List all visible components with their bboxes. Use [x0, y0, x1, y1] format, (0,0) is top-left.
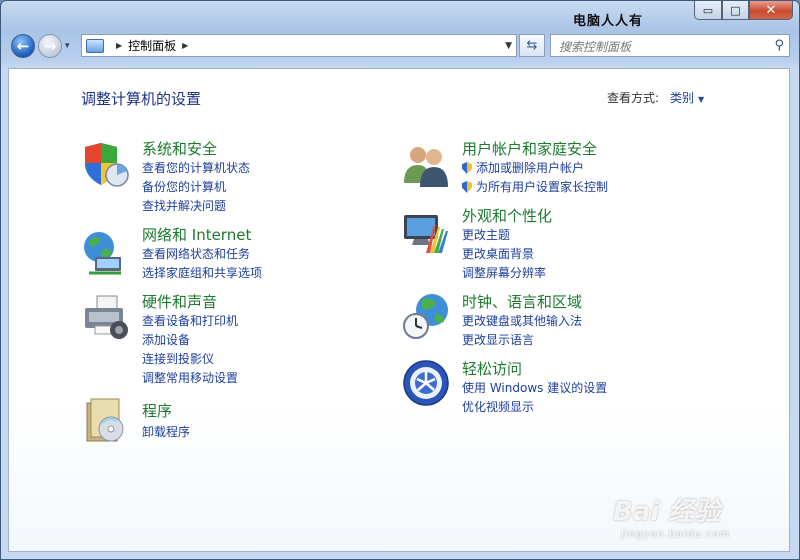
- link-add-remove-accounts-label: 添加或删除用户帐户: [476, 161, 585, 175]
- view-by-value: 类别: [670, 91, 695, 105]
- uac-shield-icon: [462, 181, 472, 193]
- link-network-status[interactable]: 查看网络状态和任务: [142, 245, 250, 262]
- link-connect-projector[interactable]: 连接到投影仪: [142, 350, 214, 367]
- control-panel-icon: [86, 38, 104, 53]
- close-button[interactable]: ✕: [749, 1, 793, 20]
- category-hardware-sound[interactable]: 硬件和声音: [142, 291, 217, 312]
- maximize-icon: □: [730, 3, 741, 17]
- link-view-computer-status[interactable]: 查看您的计算机状态: [142, 159, 250, 176]
- page-title: 调整计算机的设置: [81, 90, 202, 108]
- link-parental-controls-label: 为所有用户设置家长控制: [476, 180, 609, 194]
- search-input[interactable]: 搜索控制面板 ⚲: [550, 34, 790, 57]
- link-optimize-video[interactable]: 优化视频显示: [462, 398, 534, 415]
- link-windows-recommended-settings[interactable]: 使用 Windows 建议的设置: [462, 379, 607, 396]
- window-title: 电脑人人有: [573, 14, 644, 29]
- category-programs[interactable]: 程序: [142, 400, 172, 421]
- user-accounts-icon[interactable]: [402, 141, 450, 189]
- link-mobility-settings[interactable]: 调整常用移动设置: [142, 369, 238, 386]
- link-change-display-language[interactable]: 更改显示语言: [462, 331, 534, 348]
- link-change-theme[interactable]: 更改主题: [462, 226, 510, 243]
- category-user-accounts[interactable]: 用户帐户和家庭安全: [462, 138, 597, 159]
- category-ease-of-access[interactable]: 轻松访问: [462, 358, 522, 379]
- category-appearance[interactable]: 外观和个性化: [462, 205, 552, 226]
- link-backup-computer[interactable]: 备份您的计算机: [142, 178, 226, 195]
- navigation-buttons: ← → ▾: [11, 34, 70, 58]
- appearance-icon[interactable]: [402, 209, 450, 257]
- clock-language-icon[interactable]: [402, 292, 450, 340]
- link-change-background[interactable]: 更改桌面背景: [462, 245, 534, 262]
- link-parental-controls[interactable]: 为所有用户设置家长控制: [462, 178, 608, 195]
- view-by-label: 查看方式:: [607, 91, 660, 105]
- link-troubleshoot[interactable]: 查找并解决问题: [142, 197, 226, 214]
- link-homegroup-sharing[interactable]: 选择家庭组和共享选项: [142, 264, 262, 281]
- search-icon[interactable]: ⚲: [774, 38, 784, 53]
- ease-of-access-icon[interactable]: [402, 359, 450, 407]
- link-devices-printers[interactable]: 查看设备和打印机: [142, 312, 238, 329]
- link-uninstall-program[interactable]: 卸载程序: [142, 423, 190, 440]
- refresh-button[interactable]: ⇆: [519, 34, 545, 57]
- caption-buttons: ▭ □ ✕: [694, 1, 793, 20]
- window: 电脑人人有 ▭ □ ✕ ← → ▾ ▶ 控制面板 ▶ ▼ ⇆ 搜索控制面板 ⚲ …: [0, 0, 800, 560]
- content-pane: 调整计算机的设置 查看方式: 类别 ▼ 系统和安全 查看您的计算机状态 备份您的计…: [8, 68, 790, 552]
- network-icon[interactable]: [81, 229, 129, 277]
- minimize-icon: ▭: [702, 3, 714, 17]
- system-security-icon[interactable]: [81, 141, 129, 189]
- back-button[interactable]: ←: [11, 34, 35, 58]
- address-dropdown-icon[interactable]: ▼: [505, 41, 512, 51]
- hardware-sound-icon[interactable]: [81, 294, 129, 342]
- programs-icon[interactable]: [81, 397, 129, 445]
- link-change-keyboard[interactable]: 更改键盘或其他输入法: [462, 312, 582, 329]
- category-network-internet[interactable]: 网络和 Internet: [142, 224, 251, 245]
- link-add-remove-accounts[interactable]: 添加或删除用户帐户: [462, 159, 584, 176]
- forward-arrow-icon: →: [43, 37, 57, 55]
- close-icon: ✕: [765, 2, 777, 18]
- watermark-logo: Bai 经验: [613, 497, 721, 527]
- view-by-dropdown[interactable]: 类别 ▼: [670, 89, 704, 106]
- breadcrumb-control-panel[interactable]: 控制面板: [128, 37, 176, 54]
- category-clock-language-region[interactable]: 时钟、语言和区域: [462, 291, 582, 312]
- minimize-button[interactable]: ▭: [694, 1, 722, 20]
- watermark-url: jingyan.baidu.com: [621, 529, 731, 540]
- breadcrumb-separator-icon[interactable]: ▶: [116, 41, 122, 50]
- chevron-down-icon: ▼: [698, 95, 705, 104]
- back-arrow-icon: ←: [16, 37, 30, 55]
- recent-pages-dropdown[interactable]: ▾: [65, 41, 70, 51]
- link-screen-resolution[interactable]: 调整屏幕分辨率: [462, 264, 546, 281]
- maximize-button[interactable]: □: [722, 1, 749, 20]
- breadcrumb-chevron-icon[interactable]: ▶: [182, 41, 188, 50]
- uac-shield-icon: [462, 162, 472, 174]
- link-add-device[interactable]: 添加设备: [142, 331, 190, 348]
- forward-button[interactable]: →: [38, 34, 62, 58]
- address-bar[interactable]: ▶ 控制面板 ▶ ▼: [81, 34, 517, 57]
- category-system-security[interactable]: 系统和安全: [142, 138, 217, 159]
- search-placeholder: 搜索控制面板: [559, 40, 632, 54]
- refresh-icon: ⇆: [526, 38, 538, 53]
